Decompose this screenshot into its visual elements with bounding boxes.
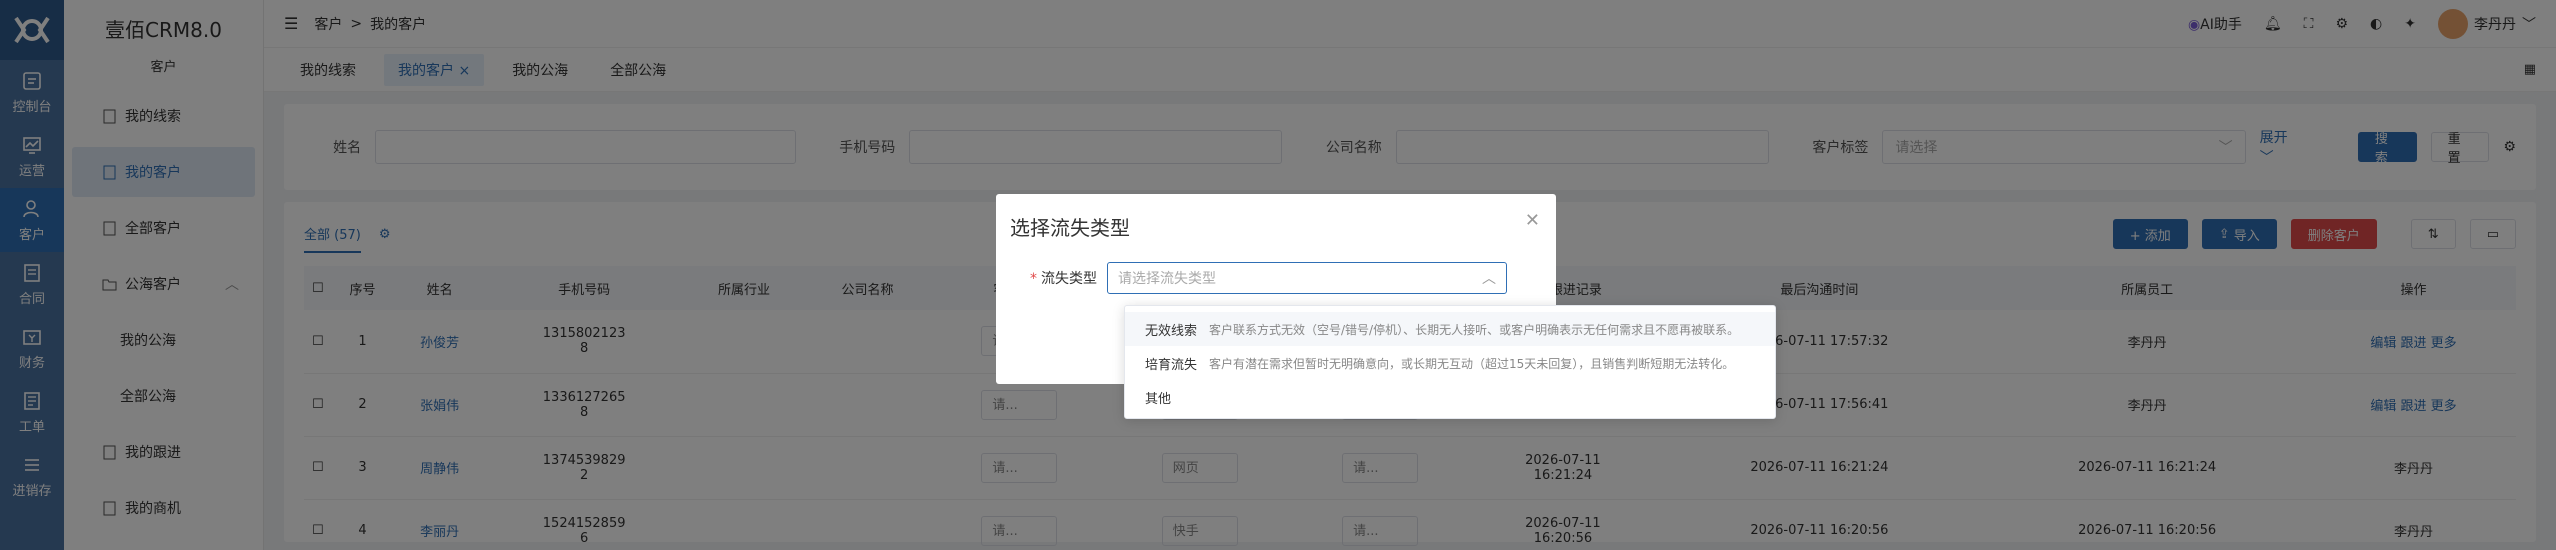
churn-type-dropdown: 无效线索 客户联系方式无效（空号/错号/停机）、长期无人接听、或客户明确表示无任… (1124, 305, 1776, 419)
option-desc: 客户有潜在需求但暂时无明确意向，或长期无互动（超过15天未回复），且销售判断短期… (1209, 356, 1735, 371)
churn-type-select[interactable]: 请选择流失类型 ︿ (1107, 262, 1507, 294)
option-nurture-loss[interactable]: 培育流失 客户有潜在需求但暂时无明确意向，或长期无互动（超过15天未回复），且销… (1125, 346, 1775, 380)
close-icon[interactable]: ✕ (1525, 210, 1540, 231)
option-label: 无效线索 (1145, 323, 1198, 339)
option-desc: 客户联系方式无效（空号/错号/停机）、长期无人接听、或客户明确表示无任何需求且不… (1209, 322, 1740, 337)
field-label-text: 流失类型 (1041, 271, 1097, 287)
option-invalid-lead[interactable]: 无效线索 客户联系方式无效（空号/错号/停机）、长期无人接听、或客户明确表示无任… (1125, 312, 1775, 346)
dialog-title: 选择流失类型 (1010, 216, 1130, 240)
option-label: 培育流失 (1145, 357, 1198, 373)
required-mark: * (1030, 271, 1037, 287)
option-other[interactable]: 其他 (1125, 380, 1775, 414)
select-placeholder: 请选择流失类型 (1118, 271, 1216, 287)
field-label: * 流失类型 (1030, 268, 1097, 288)
chevron-up-icon: ︿ (1482, 271, 1496, 287)
churn-type-field: * 流失类型 请选择流失类型 ︿ (1030, 262, 1507, 294)
option-label: 其他 (1145, 391, 1172, 407)
